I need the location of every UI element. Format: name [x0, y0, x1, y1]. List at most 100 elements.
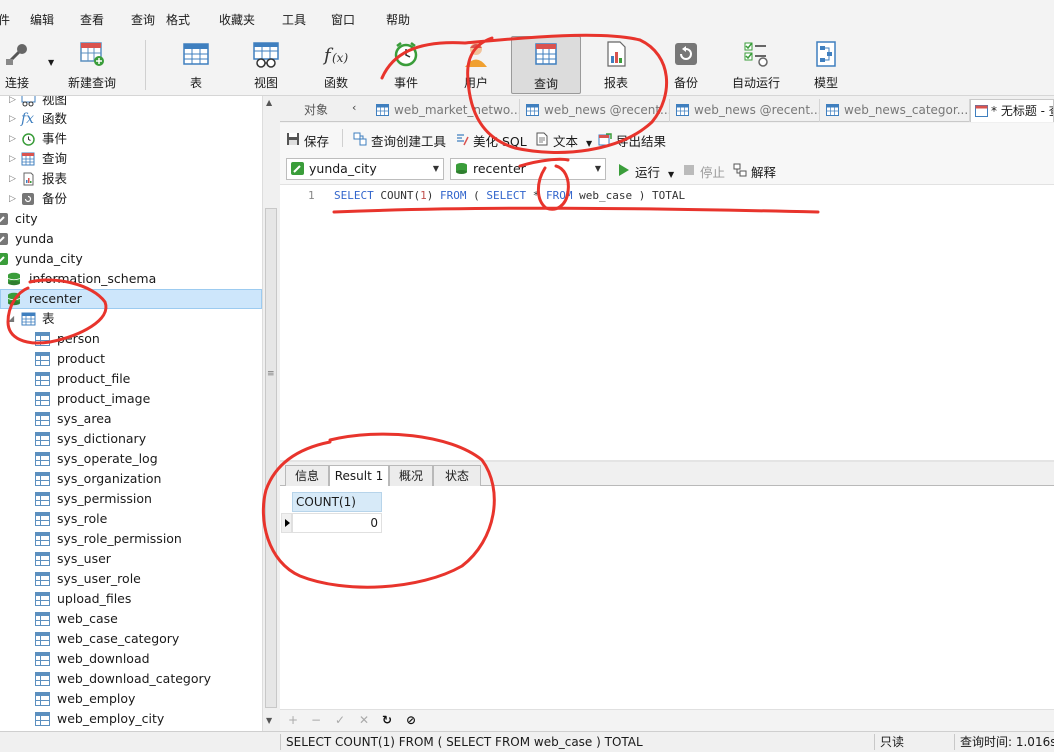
table-item[interactable]: web_case_category — [0, 629, 262, 649]
scrollbar-thumb[interactable]: ≡ — [265, 208, 277, 708]
tab-web-market-network[interactable]: web_market_netwo... — [370, 99, 520, 122]
event-button[interactable]: 事件 — [371, 36, 441, 94]
row-indicator[interactable] — [281, 513, 292, 533]
table-item[interactable]: sys_user_role — [0, 569, 262, 589]
save-button[interactable]: 保存 — [286, 131, 329, 150]
export-results-button[interactable]: 导出结果 — [598, 131, 666, 150]
table-item[interactable]: sys_role — [0, 509, 262, 529]
database-recenter[interactable]: recenter — [0, 289, 262, 309]
connection-yunda-city[interactable]: yunda_city — [0, 249, 262, 269]
connect-dropdown-icon[interactable]: ▼ — [48, 58, 54, 67]
expand-arrow-icon[interactable]: ▷ — [9, 96, 19, 110]
collapse-arrow-icon[interactable]: ◢ — [8, 309, 18, 329]
table-item[interactable]: sys_user — [0, 549, 262, 569]
tab-objects[interactable]: 对象 — [280, 99, 350, 122]
database-select[interactable]: recenter ▼ — [450, 158, 606, 180]
query-builder-button[interactable]: 查询创建工具 — [353, 131, 446, 150]
tree-item-functions[interactable]: ▷ fx 函数 — [0, 109, 262, 129]
tab-web-news-2[interactable]: web_news @recent... — [670, 99, 820, 122]
tab-web-news-1[interactable]: web_news @recent... — [520, 99, 670, 122]
tree-item-events[interactable]: ▷ 事件 — [0, 129, 262, 149]
run-button[interactable]: 运行 ▼ — [617, 162, 674, 181]
table-item[interactable]: person — [0, 329, 262, 349]
tab-info[interactable]: 信息 — [285, 465, 329, 486]
function-button[interactable]: f (x) 函数 — [301, 36, 371, 94]
menu-help[interactable]: 帮助 — [386, 11, 410, 28]
tab-untitled-query[interactable]: * 无标题 - 查 — [970, 99, 1054, 122]
backup-button[interactable]: 备份 — [651, 36, 721, 94]
table-item[interactable]: web_download — [0, 649, 262, 669]
explain-button[interactable]: 解释 — [733, 162, 776, 181]
menu-file[interactable]: 件 — [0, 11, 10, 28]
connect-button[interactable]: 连接 — [0, 36, 52, 94]
table-item[interactable]: sys_permission — [0, 489, 262, 509]
automation-button[interactable]: 自动运行 — [721, 36, 791, 94]
menu-query[interactable]: 查询 — [131, 11, 155, 28]
add-record-icon[interactable]: + — [288, 713, 298, 727]
text-button[interactable]: 文本 ▼ — [535, 131, 592, 150]
table-item[interactable]: product_file — [0, 369, 262, 389]
stop-button[interactable]: 停止 — [682, 162, 725, 181]
sql-text[interactable]: SELECT COUNT(1) FROM ( SELECT * FROM web… — [334, 189, 685, 202]
table-item[interactable]: sys_organization — [0, 469, 262, 489]
menu-edit[interactable]: 编辑 — [30, 11, 54, 28]
table-item[interactable]: sys_role_permission — [0, 529, 262, 549]
refresh-icon[interactable]: ↻ — [382, 713, 392, 727]
model-button[interactable]: 模型 — [791, 36, 861, 94]
tab-scroll-left-icon[interactable]: ‹ — [352, 101, 356, 114]
tab-status[interactable]: 状态 — [433, 465, 481, 486]
table-item[interactable]: web_employ_city — [0, 709, 262, 729]
menu-tools[interactable]: 工具 — [282, 11, 306, 28]
beautify-sql-button[interactable]: 美化 SQL — [455, 131, 527, 150]
table-item[interactable]: web_download_category — [0, 669, 262, 689]
table-item[interactable]: sys_area — [0, 409, 262, 429]
scroll-up-icon[interactable]: ▲ — [266, 98, 272, 107]
view-button[interactable]: 视图 — [231, 36, 301, 94]
tab-web-news-category[interactable]: web_news_categor... — [820, 99, 970, 122]
table-item[interactable]: web_case — [0, 609, 262, 629]
tree-item-queries[interactable]: ▷ 查询 — [0, 149, 262, 169]
tree-item-tables[interactable]: ◢ 表 — [0, 309, 262, 329]
tree-item-reports[interactable]: ▷ 报表 — [0, 169, 262, 189]
apply-icon[interactable]: ✓ — [335, 713, 345, 727]
database-information-schema[interactable]: information_schema — [0, 269, 262, 289]
discard-icon[interactable]: ✕ — [359, 713, 369, 727]
scroll-down-icon[interactable]: ▼ — [266, 716, 272, 725]
new-query-button[interactable]: 新建查询 — [56, 36, 128, 94]
sql-editor[interactable]: 1 SELECT COUNT(1) FROM ( SELECT * FROM w… — [280, 185, 1054, 460]
table-item[interactable]: sys_dictionary — [0, 429, 262, 449]
table-button[interactable]: 表 — [161, 36, 231, 94]
query-button[interactable]: 查询 — [511, 36, 581, 94]
connection-city[interactable]: city — [0, 209, 262, 229]
expand-arrow-icon[interactable]: ▷ — [9, 109, 19, 129]
result-cell[interactable]: 0 — [292, 513, 382, 533]
menu-view[interactable]: 查看 — [80, 11, 104, 28]
expand-arrow-icon[interactable]: ▷ — [9, 149, 19, 169]
delete-record-icon[interactable]: − — [311, 713, 321, 727]
table-item[interactable]: product_image — [0, 389, 262, 409]
menu-window[interactable]: 窗口 — [331, 11, 355, 28]
tab-result-1[interactable]: Result 1 — [329, 465, 389, 487]
table-item[interactable]: upload_files — [0, 589, 262, 609]
tree-scrollbar[interactable]: ▲ ≡ ▼ — [262, 96, 278, 732]
stop-icon[interactable]: ⊘ — [406, 713, 416, 727]
connection-select[interactable]: yunda_city ▼ — [286, 158, 444, 180]
report-icon — [23, 172, 34, 186]
expand-arrow-icon[interactable]: ▷ — [9, 169, 19, 189]
report-button[interactable]: 报表 — [581, 36, 651, 94]
table-item[interactable]: sys_operate_log — [0, 449, 262, 469]
table-icon — [376, 104, 389, 116]
table-name: web_case_category — [57, 631, 180, 646]
menu-format[interactable]: 格式 — [166, 11, 190, 28]
user-button[interactable]: 用户 — [441, 36, 511, 94]
tree-item-views[interactable]: ▷ 视图 — [0, 96, 262, 110]
tree-item-backups[interactable]: ▷ 备份 — [0, 189, 262, 209]
table-item[interactable]: web_employ — [0, 689, 262, 709]
tab-profile[interactable]: 概况 — [389, 465, 433, 486]
column-header[interactable]: COUNT(1) — [292, 492, 382, 512]
expand-arrow-icon[interactable]: ▷ — [9, 129, 19, 149]
connection-yunda[interactable]: yunda — [0, 229, 262, 249]
menu-favorites[interactable]: 收藏夹 — [219, 11, 255, 28]
expand-arrow-icon[interactable]: ▷ — [9, 189, 19, 209]
table-item[interactable]: product — [0, 349, 262, 369]
